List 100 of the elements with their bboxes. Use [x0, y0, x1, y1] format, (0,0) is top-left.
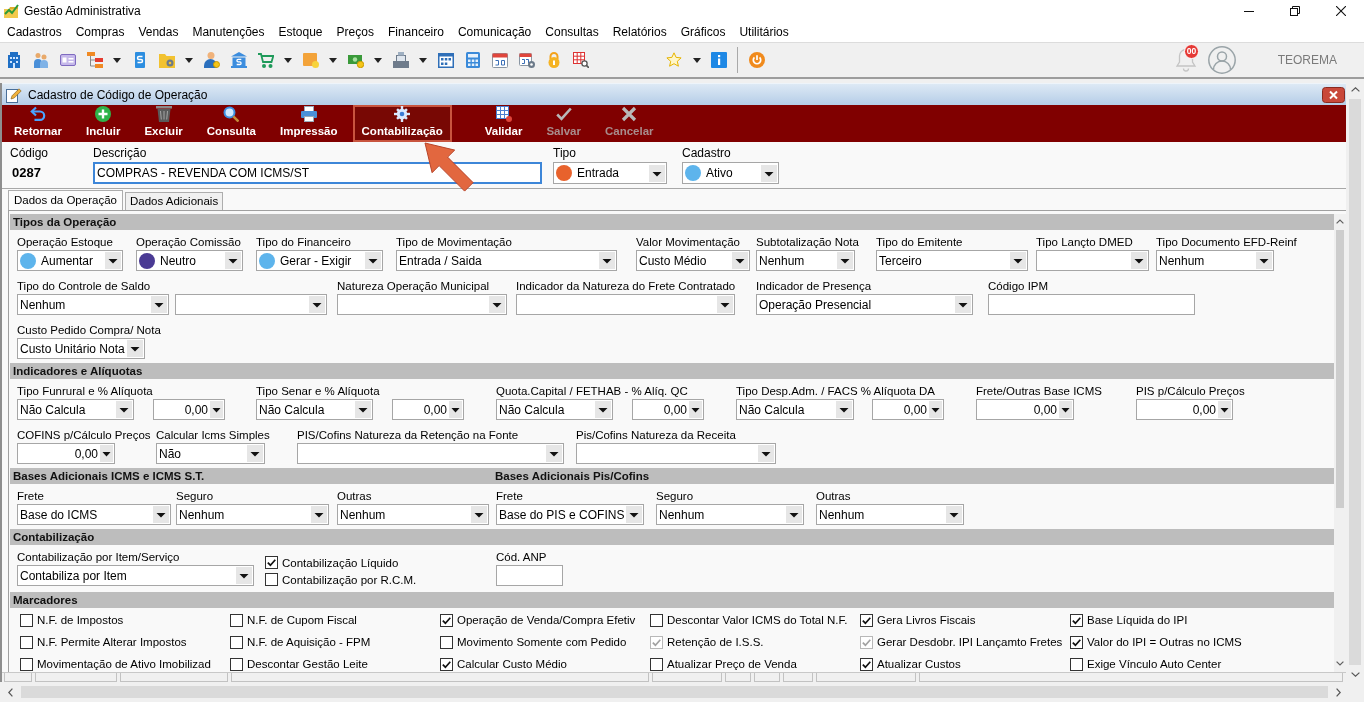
hierarchy-icon[interactable]: [86, 52, 103, 68]
checkbox[interactable]: [860, 613, 873, 627]
caret-down-icon[interactable]: [1218, 401, 1231, 418]
building-icon[interactable]: [5, 52, 22, 68]
menu-item[interactable]: Consultas: [538, 22, 606, 42]
dropdown[interactable]: Não Calcula: [17, 399, 134, 420]
tab[interactable]: Dados Adicionais: [124, 192, 224, 210]
dropdown[interactable]: Nenhum: [656, 504, 804, 525]
caret-down-icon[interactable]: [649, 164, 665, 182]
caret-down-icon[interactable]: [955, 296, 971, 313]
checkbox[interactable]: [230, 657, 243, 671]
caret-down-icon[interactable]: [489, 296, 505, 313]
menu-item[interactable]: Gráficos: [673, 22, 733, 42]
checkbox[interactable]: [230, 635, 243, 649]
dropdown[interactable]: Não Calcula: [496, 399, 613, 420]
dropdown[interactable]: Terceiro: [876, 250, 1028, 271]
toolbar-button[interactable]: Consulta: [197, 105, 265, 142]
person-icon[interactable]: [203, 52, 220, 68]
dropdown[interactable]: Entrada / Saida: [396, 250, 617, 271]
checkbox[interactable]: [265, 573, 278, 586]
dropdown[interactable]: Neutro: [136, 250, 243, 271]
caret-down-icon[interactable]: [151, 296, 167, 313]
checkbox[interactable]: [860, 657, 873, 671]
toolbar-button[interactable]: Retornar: [5, 105, 71, 142]
menu-item[interactable]: Preços: [329, 22, 381, 42]
caret-down-icon[interactable]: [105, 252, 121, 269]
caret-down-icon[interactable]: [247, 445, 263, 462]
checkbox[interactable]: [650, 657, 663, 671]
caret-down-icon[interactable]: [1256, 252, 1272, 269]
scrollbar-thumb[interactable]: [1336, 230, 1344, 508]
text-field[interactable]: COMPRAS - REVENDA COM ICMS/ST: [93, 162, 542, 184]
bank-icon[interactable]: [230, 52, 247, 68]
number-field[interactable]: 0,00: [976, 399, 1074, 420]
caret-down-icon[interactable]: [595, 401, 611, 418]
number-field[interactable]: 0,00: [1136, 399, 1233, 420]
calendar-gear-icon[interactable]: [518, 52, 535, 68]
money-icon[interactable]: [347, 52, 364, 68]
checkbox[interactable]: [20, 635, 33, 649]
number-field[interactable]: 0,00: [17, 443, 115, 464]
caret-down-icon[interactable]: [210, 401, 223, 418]
dropdown[interactable]: Ativo: [682, 162, 779, 184]
chevron-up-icon[interactable]: [1350, 87, 1360, 92]
dropdown[interactable]: Contabiliza por Item: [17, 565, 254, 586]
number-field[interactable]: 0,00: [632, 399, 704, 420]
toolbar-button[interactable]: Contabilização: [352, 105, 452, 142]
menu-item[interactable]: Compras: [68, 22, 132, 42]
checkbox[interactable]: [20, 657, 33, 671]
caret-down-icon[interactable]: [153, 506, 169, 523]
caret-down-icon[interactable]: [946, 506, 962, 523]
dropdown[interactable]: Base do ICMS: [17, 504, 171, 525]
caret-down-icon[interactable]: [365, 252, 381, 269]
dropdown[interactable]: Aumentar: [17, 250, 123, 271]
checkbox[interactable]: [1070, 635, 1083, 649]
caret-down-icon[interactable]: [1131, 252, 1147, 269]
text-field[interactable]: [988, 294, 1195, 315]
minimize-icon[interactable]: [1244, 10, 1254, 12]
caret-down-icon[interactable]: [1059, 401, 1072, 418]
menu-item[interactable]: Vendas: [131, 22, 186, 42]
caret-down-icon[interactable]: [1010, 252, 1026, 269]
caret-down-icon[interactable]: [419, 57, 427, 63]
table-search-icon[interactable]: [572, 52, 589, 68]
info-icon[interactable]: [711, 52, 727, 68]
calendar-icon[interactable]: [437, 52, 454, 68]
calculator-icon[interactable]: [464, 52, 481, 68]
menu-item[interactable]: Relatórios: [605, 22, 674, 42]
caret-down-icon[interactable]: [546, 445, 562, 462]
number-field[interactable]: 0,00: [392, 399, 464, 420]
restore-icon[interactable]: [1290, 6, 1300, 16]
caret-down-icon[interactable]: [471, 506, 487, 523]
dropdown[interactable]: Custo Médio: [636, 250, 750, 271]
dropdown[interactable]: Nenhum: [756, 250, 855, 271]
menu-item[interactable]: Manutenções: [185, 22, 272, 42]
bell-icon[interactable]: [1174, 48, 1197, 72]
text-field[interactable]: [496, 565, 563, 586]
caret-down-icon[interactable]: [599, 252, 615, 269]
checkbox[interactable]: [1070, 657, 1083, 671]
checkbox[interactable]: [230, 613, 243, 627]
toolbar-button[interactable]: Impressão: [271, 105, 347, 142]
dropdown[interactable]: Gerar - Exigir: [256, 250, 383, 271]
caret-down-icon[interactable]: [236, 567, 252, 584]
dropdown[interactable]: Base do PIS e COFINS: [496, 504, 644, 525]
caret-down-icon[interactable]: [929, 401, 942, 418]
checkbox[interactable]: [440, 613, 453, 627]
caret-down-icon[interactable]: [311, 506, 327, 523]
caret-down-icon[interactable]: [626, 506, 642, 523]
checkbox[interactable]: [20, 613, 33, 627]
caret-down-icon[interactable]: [717, 296, 733, 313]
caret-down-icon[interactable]: [836, 401, 852, 418]
caret-down-icon[interactable]: [116, 401, 132, 418]
caret-down-icon[interactable]: [284, 57, 292, 63]
dropdown[interactable]: Não: [156, 443, 265, 464]
close-icon[interactable]: [1336, 6, 1346, 16]
number-field[interactable]: 0,00: [872, 399, 944, 420]
chevron-up-icon[interactable]: [1336, 219, 1344, 224]
checkbox[interactable]: [650, 613, 663, 627]
caret-down-icon[interactable]: [355, 401, 371, 418]
caret-down-icon[interactable]: [113, 57, 121, 63]
caret-down-icon[interactable]: [449, 401, 462, 418]
caret-down-icon[interactable]: [732, 252, 748, 269]
menu-item[interactable]: Financeiro: [380, 22, 451, 42]
